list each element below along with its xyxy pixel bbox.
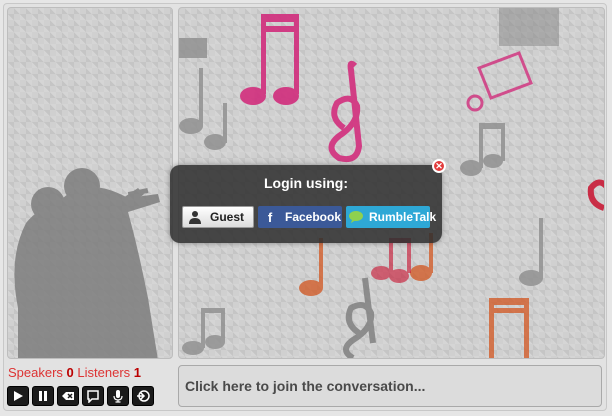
speech-bubble-icon xyxy=(348,207,364,227)
pause-icon xyxy=(39,391,47,401)
facebook-label: Facebook xyxy=(285,210,342,224)
user-icon xyxy=(185,207,205,227)
users-panel xyxy=(7,7,173,359)
close-icon: ✕ xyxy=(435,160,443,171)
guest-label: Guest xyxy=(210,210,245,224)
clear-button[interactable] xyxy=(57,386,79,406)
microphone-button[interactable] xyxy=(107,386,129,406)
rumbletalk-label: RumbleTalk xyxy=(369,210,437,224)
chat-button[interactable] xyxy=(82,386,104,406)
login-dialog: Login using: ✕ Guest f Facebook RumbleTa… xyxy=(170,159,446,243)
guest-login-button[interactable]: Guest xyxy=(182,206,254,228)
rumbletalk-login-button[interactable]: RumbleTalk xyxy=(346,206,436,228)
listeners-label: Listeners xyxy=(77,365,131,380)
play-button[interactable] xyxy=(7,386,29,406)
speakers-count: 0 xyxy=(66,365,74,380)
speaker-listener-counts: Speakers 0 Listeners 1 xyxy=(8,365,141,380)
close-button[interactable]: ✕ xyxy=(432,159,446,173)
listeners-count: 1 xyxy=(133,365,142,380)
media-controls xyxy=(7,386,154,406)
play-icon xyxy=(14,391,23,401)
message-input[interactable] xyxy=(178,365,602,407)
exit-button[interactable] xyxy=(132,386,154,406)
login-title: Login using: xyxy=(264,175,348,191)
backspace-icon xyxy=(62,392,74,400)
exit-icon xyxy=(137,390,150,402)
speakers-label: Speakers xyxy=(8,365,63,380)
microphone-icon xyxy=(113,390,123,403)
chat-bubble-icon xyxy=(87,390,99,403)
pause-button[interactable] xyxy=(32,386,54,406)
facebook-login-button[interactable]: f Facebook xyxy=(258,206,342,228)
couple-silhouette-image xyxy=(14,168,160,358)
facebook-icon: f xyxy=(267,209,273,225)
